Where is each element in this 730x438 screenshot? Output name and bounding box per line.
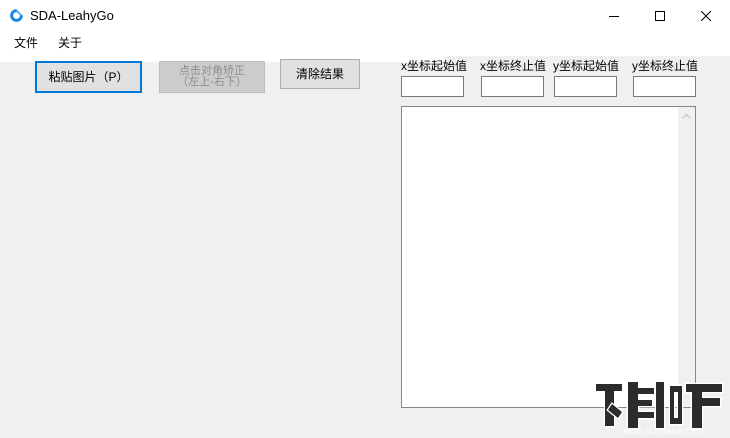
y-end-input[interactable]	[633, 76, 696, 97]
y-start-input[interactable]	[554, 76, 617, 97]
chevron-up-icon	[682, 113, 691, 119]
result-textarea[interactable]	[402, 107, 678, 407]
menu-file[interactable]: 文件	[14, 36, 38, 51]
maximize-button[interactable]	[637, 0, 683, 31]
x-end-label: x坐标终止值	[480, 59, 547, 73]
correct-label-line2: （左上-右下）	[177, 76, 247, 88]
result-output	[401, 106, 696, 408]
diagonal-correct-button[interactable]: 点击对角矫正 （左上-右下）	[159, 61, 265, 93]
y-start-label: y坐标起始值	[553, 59, 620, 73]
clear-result-button[interactable]: 清除结果	[280, 59, 360, 89]
close-icon	[701, 10, 711, 21]
x-start-input[interactable]	[401, 76, 464, 97]
app-window: SDA-LeahyGo 文件 关于 粘贴图片（P） 点击对角矫正 （左上-右下）…	[0, 0, 730, 438]
paste-image-button[interactable]: 粘贴图片（P）	[35, 61, 142, 93]
x-end-input[interactable]	[481, 76, 544, 97]
minimize-icon	[609, 15, 619, 17]
menu-about[interactable]: 关于	[58, 36, 82, 51]
window-title: SDA-LeahyGo	[30, 8, 114, 23]
y-end-label: y坐标终止值	[632, 59, 699, 73]
watermark-url: www.xiazaiba.com	[622, 426, 705, 436]
app-logo-icon	[10, 9, 23, 22]
menu-bar: 文件 关于	[0, 31, 730, 56]
title-bar[interactable]: SDA-LeahyGo	[0, 0, 730, 31]
minimize-button[interactable]	[591, 0, 637, 31]
scroll-up-button[interactable]	[678, 107, 695, 124]
close-button[interactable]	[683, 0, 729, 31]
result-scrollbar[interactable]	[678, 107, 695, 407]
maximize-icon	[655, 10, 665, 21]
x-start-label: x坐标起始值	[401, 59, 468, 73]
